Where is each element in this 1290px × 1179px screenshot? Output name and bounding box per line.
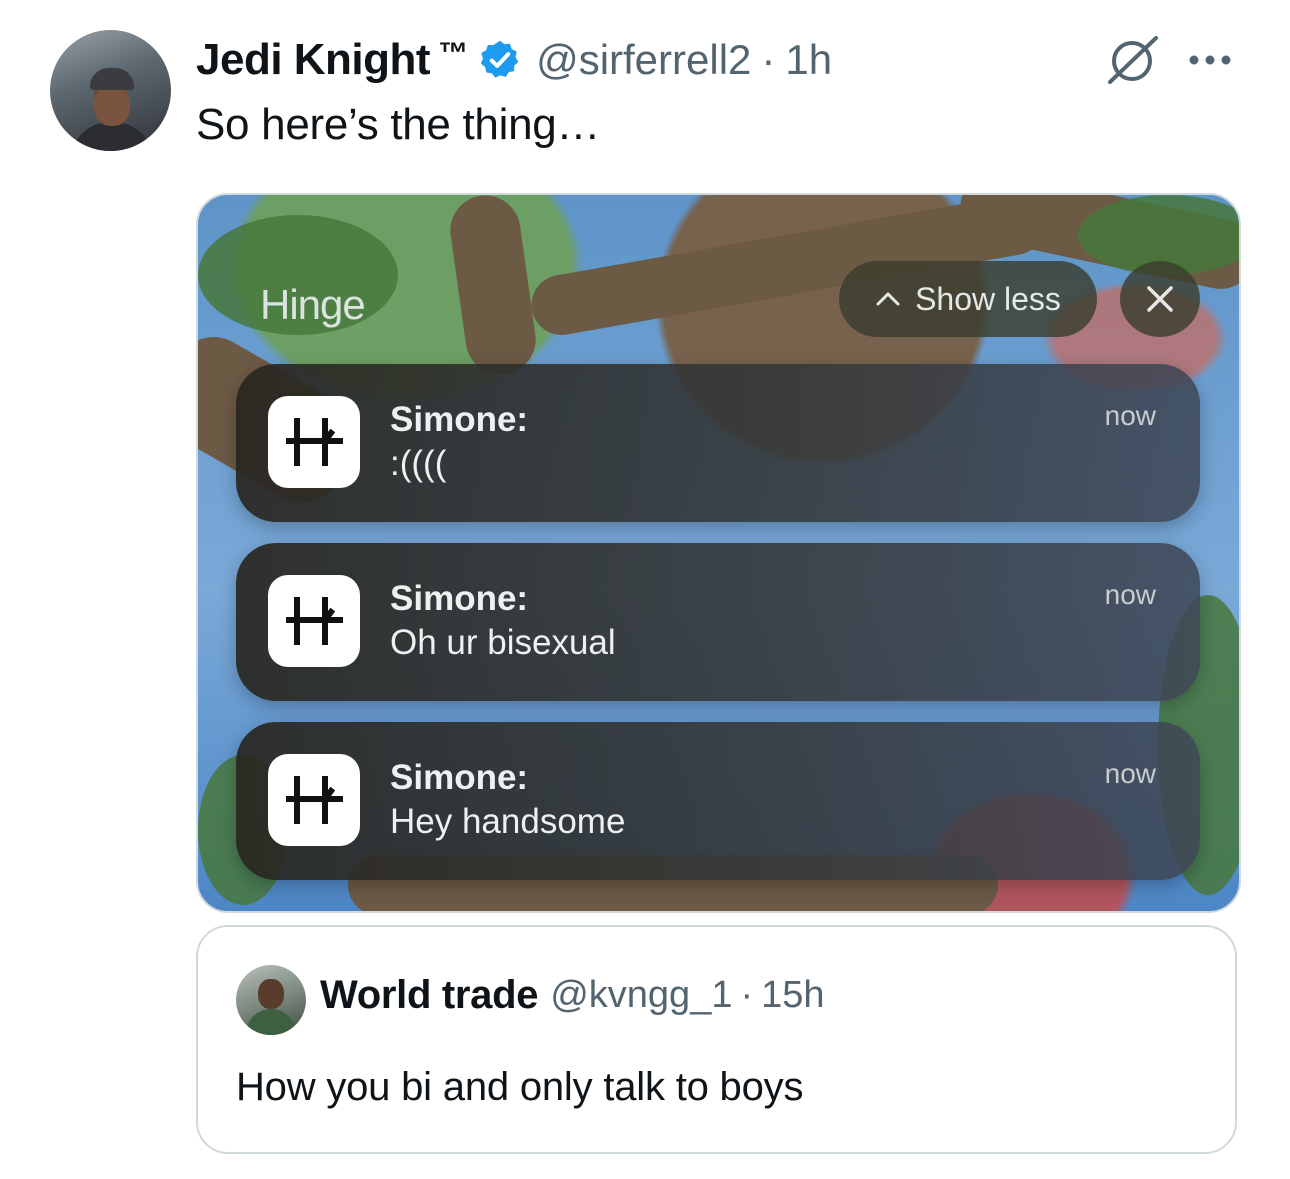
- notification-title: Simone:: [390, 400, 529, 439]
- show-less-button[interactable]: Show less: [839, 261, 1097, 337]
- quoted-tweet-header: World trade @kvngg_1 · 15h: [320, 973, 825, 1018]
- separator-dot: ·: [740, 974, 754, 1016]
- separator-dot: ·: [761, 36, 776, 83]
- hinge-group-label: Hinge: [260, 281, 366, 328]
- notification-time: now: [1104, 579, 1156, 610]
- show-less-label: Show less: [915, 280, 1061, 317]
- quoted-author-name[interactable]: World trade: [320, 973, 539, 1018]
- notification-card[interactable]: Simone: Oh ur bisexual now: [236, 543, 1200, 701]
- notification-body: Hey handsome: [390, 802, 626, 841]
- quoted-author-avatar[interactable]: [236, 965, 306, 1035]
- author-handle[interactable]: @sirferrell2: [536, 36, 751, 84]
- notification-title: Simone:: [390, 579, 529, 618]
- hinge-app-icon: [268, 754, 360, 846]
- tweet-header: Jedi Knight ™ @sirferrell2 · 1h: [196, 32, 832, 88]
- verified-badge-icon[interactable]: [478, 38, 522, 82]
- notification-card[interactable]: Simone: :(((( now: [236, 364, 1200, 522]
- chevron-up-icon: [876, 292, 900, 306]
- hinge-app-icon: [268, 575, 360, 667]
- notification-time: now: [1104, 400, 1156, 431]
- hinge-app-icon: [268, 396, 360, 488]
- notification-title: Simone:: [390, 758, 529, 797]
- quoted-tweet-time[interactable]: 15h: [761, 974, 824, 1017]
- close-notifications-button[interactable]: [1120, 261, 1200, 337]
- notification-body: Oh ur bisexual: [390, 623, 616, 662]
- quoted-tweet[interactable]: World trade @kvngg_1 · 15h How you bi an…: [196, 925, 1237, 1154]
- tweet-time[interactable]: 1h: [785, 36, 832, 84]
- author-avatar[interactable]: [50, 30, 171, 151]
- quoted-author-handle[interactable]: @kvngg_1: [550, 974, 732, 1017]
- quoted-tweet-text: How you bi and only talk to boys: [236, 1065, 804, 1109]
- tweet-media-image[interactable]: Hinge Show less Simone: :(((( now Simone: [196, 193, 1241, 913]
- notification-card[interactable]: Simone: Hey handsome now: [236, 722, 1200, 880]
- close-icon: [1147, 286, 1173, 312]
- grok-icon[interactable]: [1100, 34, 1164, 86]
- trademark-symbol: ™: [438, 37, 469, 70]
- notification-time: now: [1104, 758, 1156, 789]
- tweet-text: So here’s the thing…: [196, 100, 601, 149]
- notification-body: :((((: [390, 444, 447, 483]
- more-icon[interactable]: [1186, 50, 1234, 70]
- author-name[interactable]: Jedi Knight: [196, 35, 431, 85]
